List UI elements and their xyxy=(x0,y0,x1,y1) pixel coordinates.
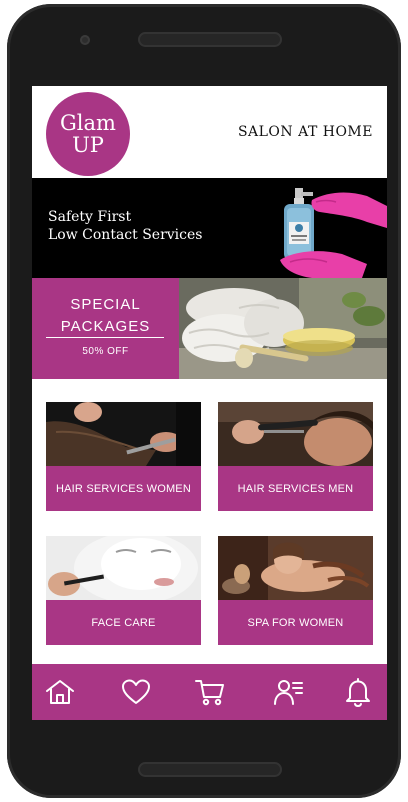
special-title-line1: SPECIAL xyxy=(70,296,141,313)
service-card-hair-women[interactable]: HAIR SERVICES WOMEN xyxy=(46,402,201,511)
bottom-speaker xyxy=(138,762,282,777)
nav-favorites[interactable] xyxy=(120,676,152,708)
hair-men-image xyxy=(218,402,373,466)
glam-up-logo[interactable]: Glam UP xyxy=(46,92,130,176)
service-label: HAIR SERVICES MEN xyxy=(218,466,373,511)
special-packages-title: SPECIAL PACKAGES xyxy=(32,294,179,338)
app-screen: Glam UP SALON AT HOME Safety First Low C… xyxy=(32,86,387,720)
service-label: HAIR SERVICES WOMEN xyxy=(46,466,201,511)
special-divider xyxy=(46,337,164,338)
spa-towels-image xyxy=(179,278,387,379)
service-card-hair-men[interactable]: HAIR SERVICES MEN xyxy=(218,402,373,511)
front-camera xyxy=(80,35,90,45)
service-card-face-care[interactable]: FACE CARE xyxy=(46,536,201,645)
header-title: SALON AT HOME xyxy=(237,124,373,140)
cart-icon xyxy=(195,680,224,706)
bottom-navigation xyxy=(32,664,387,720)
sanitizer-hands-image xyxy=(280,188,387,278)
heart-icon xyxy=(122,679,150,704)
special-packages-panel: SPECIAL PACKAGES 50% OFF xyxy=(32,278,179,379)
logo-line1: Glam xyxy=(60,111,116,135)
service-label: SPA FOR WOMEN xyxy=(218,600,373,645)
home-icon xyxy=(46,680,74,704)
special-packages-card[interactable]: SPECIAL PACKAGES 50% OFF xyxy=(32,278,387,379)
logo-line2: UP xyxy=(72,133,104,157)
hair-women-image xyxy=(46,402,201,466)
app-header: Glam UP SALON AT HOME xyxy=(32,86,387,178)
banner-line1: Safety First xyxy=(48,209,132,225)
safety-banner[interactable]: Safety First Low Contact Services xyxy=(32,178,387,278)
spa-image xyxy=(218,536,373,600)
face-care-image xyxy=(46,536,201,600)
nav-home[interactable] xyxy=(44,676,76,708)
banner-line2: Low Contact Services xyxy=(48,227,203,243)
bell-icon xyxy=(346,678,370,707)
nav-notifications[interactable] xyxy=(342,676,374,708)
nav-cart[interactable] xyxy=(194,676,226,708)
service-label: FACE CARE xyxy=(46,600,201,645)
top-speaker xyxy=(138,32,282,47)
service-card-spa[interactable]: SPA FOR WOMEN xyxy=(218,536,373,645)
special-title-line2: PACKAGES xyxy=(60,318,151,335)
nav-profile[interactable] xyxy=(272,676,304,708)
special-discount: 50% OFF xyxy=(82,346,129,357)
banner-text: Safety First Low Contact Services xyxy=(48,208,202,244)
profile-list-icon xyxy=(274,680,303,705)
phone-frame: Glam UP SALON AT HOME Safety First Low C… xyxy=(7,4,401,798)
